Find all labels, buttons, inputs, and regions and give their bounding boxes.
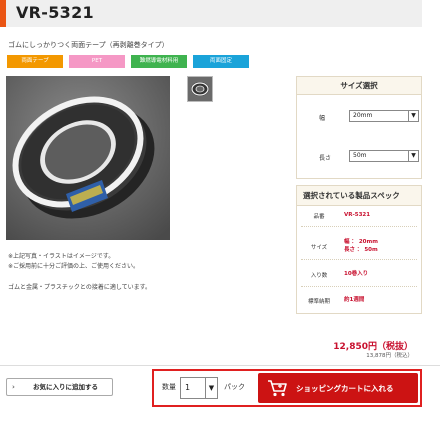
quantity-select[interactable]: 1 ▼	[180, 377, 218, 399]
product-thumbnail[interactable]	[187, 76, 213, 102]
product-spec-panel: 選択されている製品スペック 品番 VR-5321 サイズ 幅 ： 20mm 長さ…	[296, 185, 422, 314]
length-select-value: 50m	[353, 152, 367, 159]
length-label: 長さ	[319, 155, 332, 162]
spec-divider	[301, 286, 417, 287]
spec-key: 入り数	[310, 273, 328, 279]
spec-value: 10巻入り	[344, 271, 369, 277]
spec-value-length: 長さ ： 50m	[344, 247, 378, 253]
spec-divider	[301, 259, 417, 260]
product-subtitle: ゴムにしっかりつく両面テープ（再剥離巻タイプ）	[8, 41, 169, 49]
tag-pet[interactable]: PET	[69, 55, 125, 68]
quantity-select-value: 1	[185, 383, 191, 392]
spec-divider	[301, 226, 417, 227]
spec-value: VR-5321	[344, 212, 371, 218]
price-including-tax: 13,878円（税込）	[366, 353, 413, 359]
spec-key: サイズ	[310, 245, 328, 251]
width-select[interactable]: 20mm ▼	[349, 110, 419, 122]
product-description: ゴムと金属・プラスチックとの接着に適しています。	[8, 284, 152, 291]
image-notes: ※上記写真・イラストはイメージです。 ※ご採用前に十分ご評価の上、ご使用ください…	[8, 252, 139, 272]
unit-label: パック	[224, 383, 245, 391]
spec-key: 品番	[313, 214, 325, 220]
quantity-label: 数量	[162, 383, 176, 391]
chevron-right-icon: ›	[12, 383, 15, 391]
tag-flame-retardant[interactable]: 難燃導電材料用	[131, 55, 187, 68]
add-to-favorites-label: お気に入りに追加する	[33, 383, 98, 391]
add-to-cart-button[interactable]: ショッピングカートに入れる	[258, 373, 418, 403]
size-selection-panel: サイズ選択 幅 20mm ▼ 長さ 50m ▼	[296, 76, 422, 179]
size-panel-title: サイズ選択	[297, 77, 421, 95]
add-to-cart-label: ショッピングカートに入れる	[296, 384, 394, 393]
tag-double-sided-tape[interactable]: 両面テープ	[7, 55, 63, 68]
section-divider	[0, 365, 440, 366]
cart-action-box: 数量 1 ▼ パック ショッピングカートに入れる	[152, 369, 422, 407]
chevron-down-icon: ▼	[408, 111, 418, 121]
tape-thumbnail-image	[188, 77, 212, 101]
spec-key: 標準納期	[307, 299, 330, 305]
chevron-down-icon: ▼	[408, 151, 418, 161]
tape-roll-image	[6, 76, 170, 240]
note-line: ※ご採用前に十分ご評価の上、ご使用ください。	[8, 263, 140, 270]
spec-value-width: 幅 ： 20mm	[344, 239, 378, 245]
add-to-favorites-button[interactable]: › お気に入りに追加する	[6, 378, 113, 396]
note-line: ※上記写真・イラストはイメージです。	[8, 253, 115, 260]
chevron-down-icon: ▼	[205, 378, 217, 398]
shopping-cart-icon	[266, 378, 288, 402]
tag-double-sided-fixing[interactable]: 両面固定	[193, 55, 249, 68]
spec-value: 約1週間	[344, 297, 365, 303]
length-select[interactable]: 50m ▼	[349, 150, 419, 162]
product-main-image	[6, 76, 170, 240]
spec-panel-title: 選択されている製品スペック	[297, 186, 421, 206]
product-title-bar: VR-5321	[0, 0, 422, 27]
product-title: VR-5321	[16, 3, 94, 22]
width-select-value: 20mm	[353, 112, 373, 119]
width-label: 幅	[319, 115, 326, 122]
